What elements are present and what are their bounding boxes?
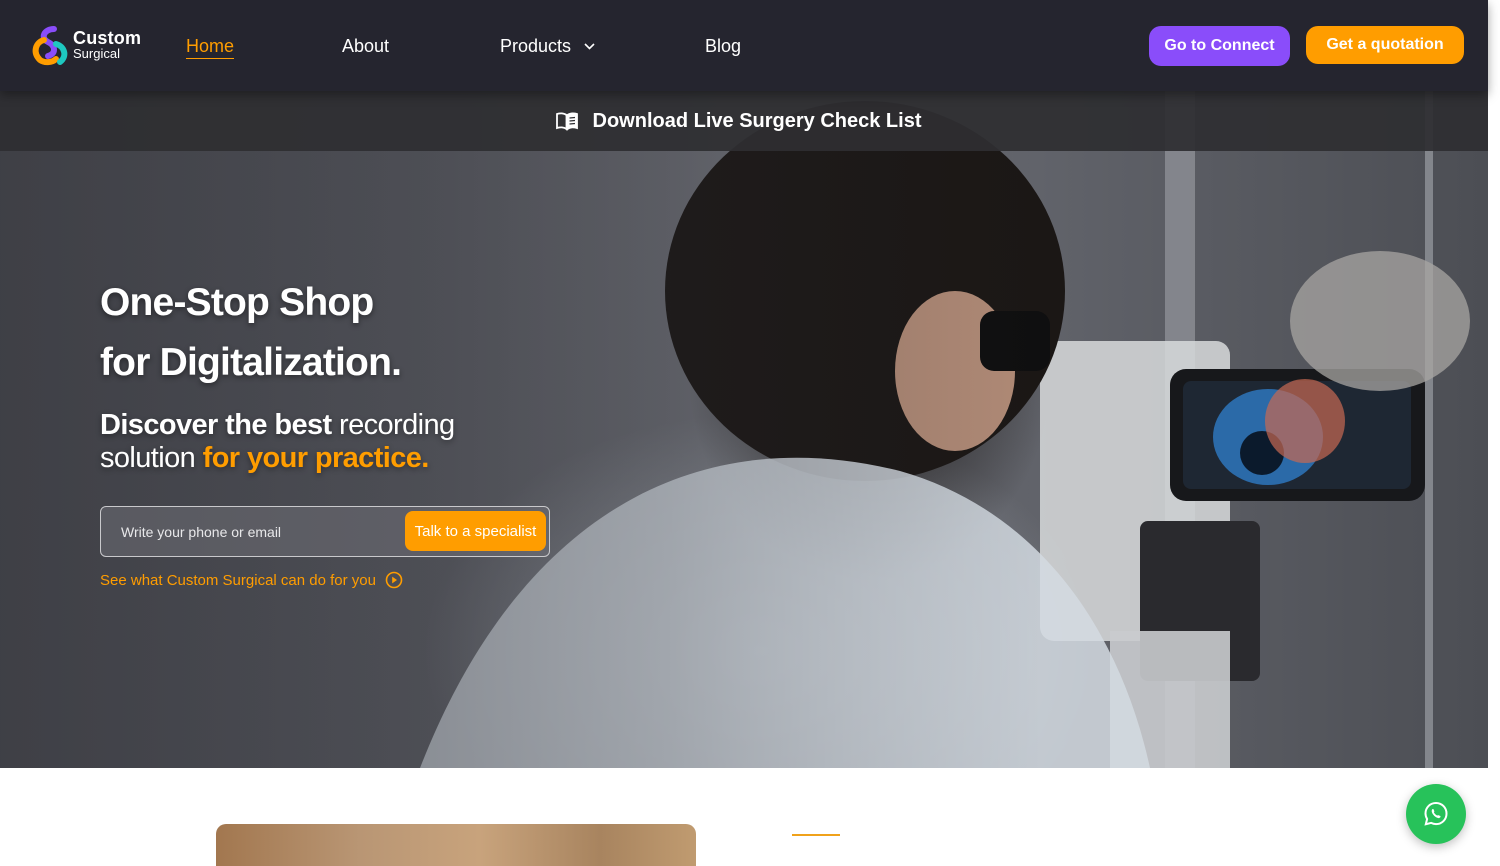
play-circle-icon: [385, 571, 403, 589]
whatsapp-icon: [1424, 801, 1448, 826]
surgery-preview-image: [216, 824, 696, 866]
hero-subtitle-bold: Discover the best: [100, 409, 332, 441]
hero-subtitle-text-2: solution: [100, 442, 196, 474]
hero-title-line-2: for Digitalization.: [100, 341, 402, 384]
contact-form: Talk to a specialist: [100, 506, 550, 557]
nav-item-blog[interactable]: Blog: [705, 34, 741, 58]
see-what-we-do-label: See what Custom Surgical can do for you: [100, 571, 376, 589]
hero-title: One-Stop Shop for Digitalization.: [100, 273, 402, 393]
hero-title-line-1: One-Stop Shop: [100, 281, 374, 324]
hero-subtitle: Discover the best recording solution for…: [100, 409, 455, 475]
logo-subtitle: Surgical: [73, 46, 120, 61]
nav-item-about[interactable]: About: [342, 34, 389, 58]
logo-mark-icon: [32, 26, 68, 66]
top-navbar: Custom Surgical Home About Products Blog…: [0, 0, 1488, 91]
get-quotation-button[interactable]: Get a quotation: [1306, 26, 1464, 64]
go-to-connect-button[interactable]: Go to Connect: [1149, 26, 1290, 66]
download-checklist-label: Download Live Surgery Check List: [592, 109, 922, 132]
hero-subtitle-text-1: recording: [339, 409, 455, 441]
download-checklist-bar[interactable]: Download Live Surgery Check List: [0, 91, 1488, 151]
hero-subtitle-accent: for your practice.: [202, 442, 430, 474]
nav-item-products[interactable]: Products: [500, 34, 595, 58]
nav-item-products-label: Products: [500, 36, 572, 56]
talk-to-specialist-button[interactable]: Talk to a specialist: [405, 511, 546, 551]
nav-item-home[interactable]: Home: [186, 34, 235, 59]
hero-section: One-Stop Shop for Digitalization. Discov…: [0, 91, 1488, 768]
whatsapp-chat-button[interactable]: [1406, 784, 1466, 844]
section-accent-line: [792, 834, 840, 836]
phone-or-email-input[interactable]: [111, 515, 401, 548]
see-what-we-do-link[interactable]: See what Custom Surgical can do for you: [100, 571, 403, 589]
open-book-icon: [555, 112, 578, 131]
custom-surgical-logo[interactable]: Custom Surgical: [30, 26, 142, 66]
logo-title: Custom: [73, 28, 142, 48]
chevron-down-icon: [584, 43, 595, 50]
